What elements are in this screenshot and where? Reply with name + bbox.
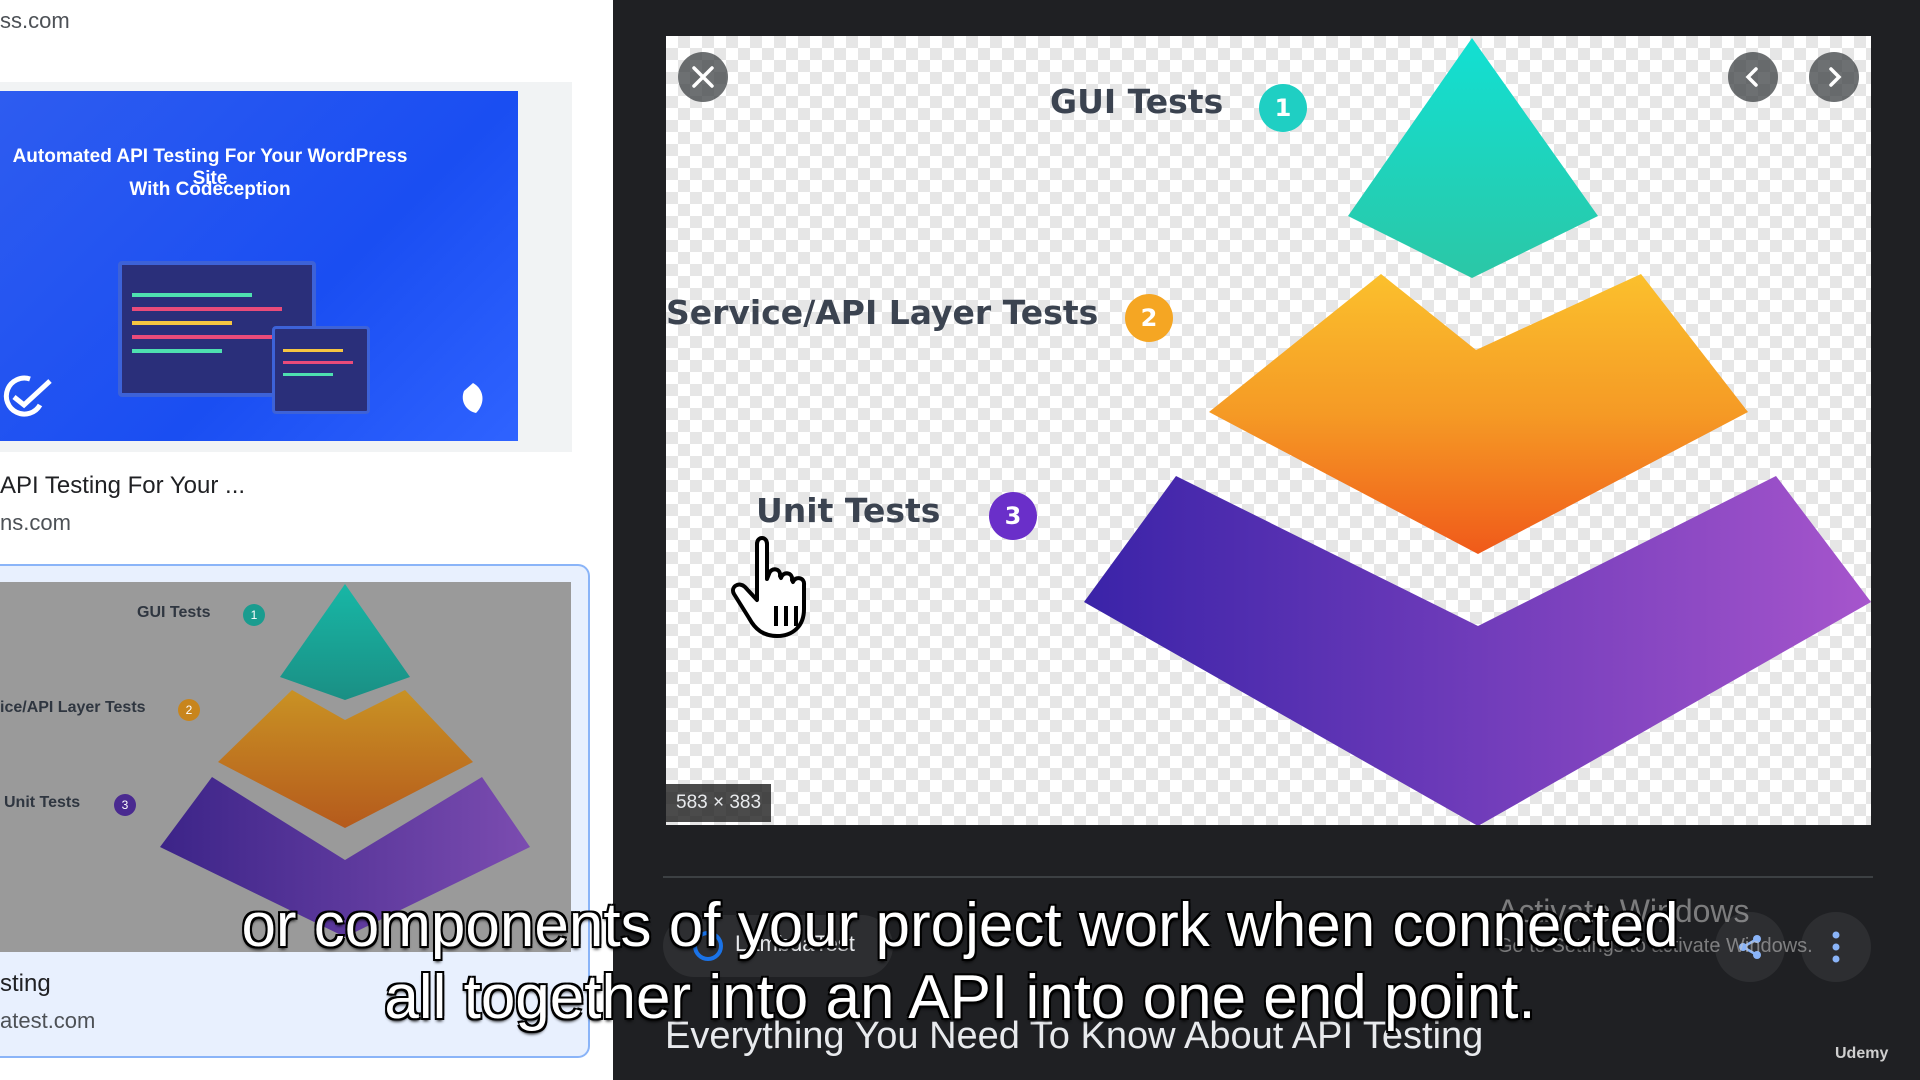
thumbnail-label: ice/API Layer Tests [0,699,146,716]
checkmark-logo-icon [3,375,52,417]
udemy-logo: Udemy [1835,1045,1889,1062]
next-image-button[interactable] [1809,52,1859,102]
pyramid-label-gui: GUI Tests [1050,82,1224,121]
thumbnail-label: Unit Tests [4,794,81,811]
chevron-right-icon [1829,67,1842,87]
result-title[interactable]: API Testing For Your ... [0,472,245,500]
divider [663,876,1873,878]
pyramid-label-unit: Unit Tests [756,491,941,530]
subtitle-line-2: all together into an API into one end po… [384,963,1536,1032]
subtitle-line-1: or components of your project work when … [241,891,1679,960]
pyramid-label-service: Service/API Layer Tests [666,293,1099,332]
badge-3: 3 [989,492,1037,540]
badge-2: 2 [1125,294,1173,342]
thumbnail-label: GUI Tests [137,604,211,621]
thumbnail-badge: 2 [178,699,200,721]
thumbnail-badge: 3 [114,794,136,816]
thumbnail-title-line: With Codeception [129,179,291,200]
close-button[interactable] [678,52,728,102]
close-icon [692,66,714,88]
result-domain[interactable]: ns.com [0,510,71,536]
image-dimensions: 583 × 383 [666,784,772,822]
leaf-logo-icon [462,383,483,413]
hand-cursor-icon [731,536,807,638]
previous-image-button[interactable] [1728,52,1778,102]
image-preview[interactable]: GUI Tests 1 Service/API Layer Tests 2 Un… [666,36,1871,825]
test-pyramid-graphic [1084,38,1871,825]
thumbnail-badge: 1 [243,604,265,626]
result-card[interactable]: Automated API Testing For Your WordPress… [0,82,572,452]
result-domain[interactable]: ss.com [0,8,70,34]
code-window-illustration [272,326,370,414]
chevron-left-icon [1745,67,1758,87]
result-thumbnail[interactable]: Automated API Testing For Your WordPress… [0,91,518,441]
badge-1: 1 [1259,84,1307,132]
